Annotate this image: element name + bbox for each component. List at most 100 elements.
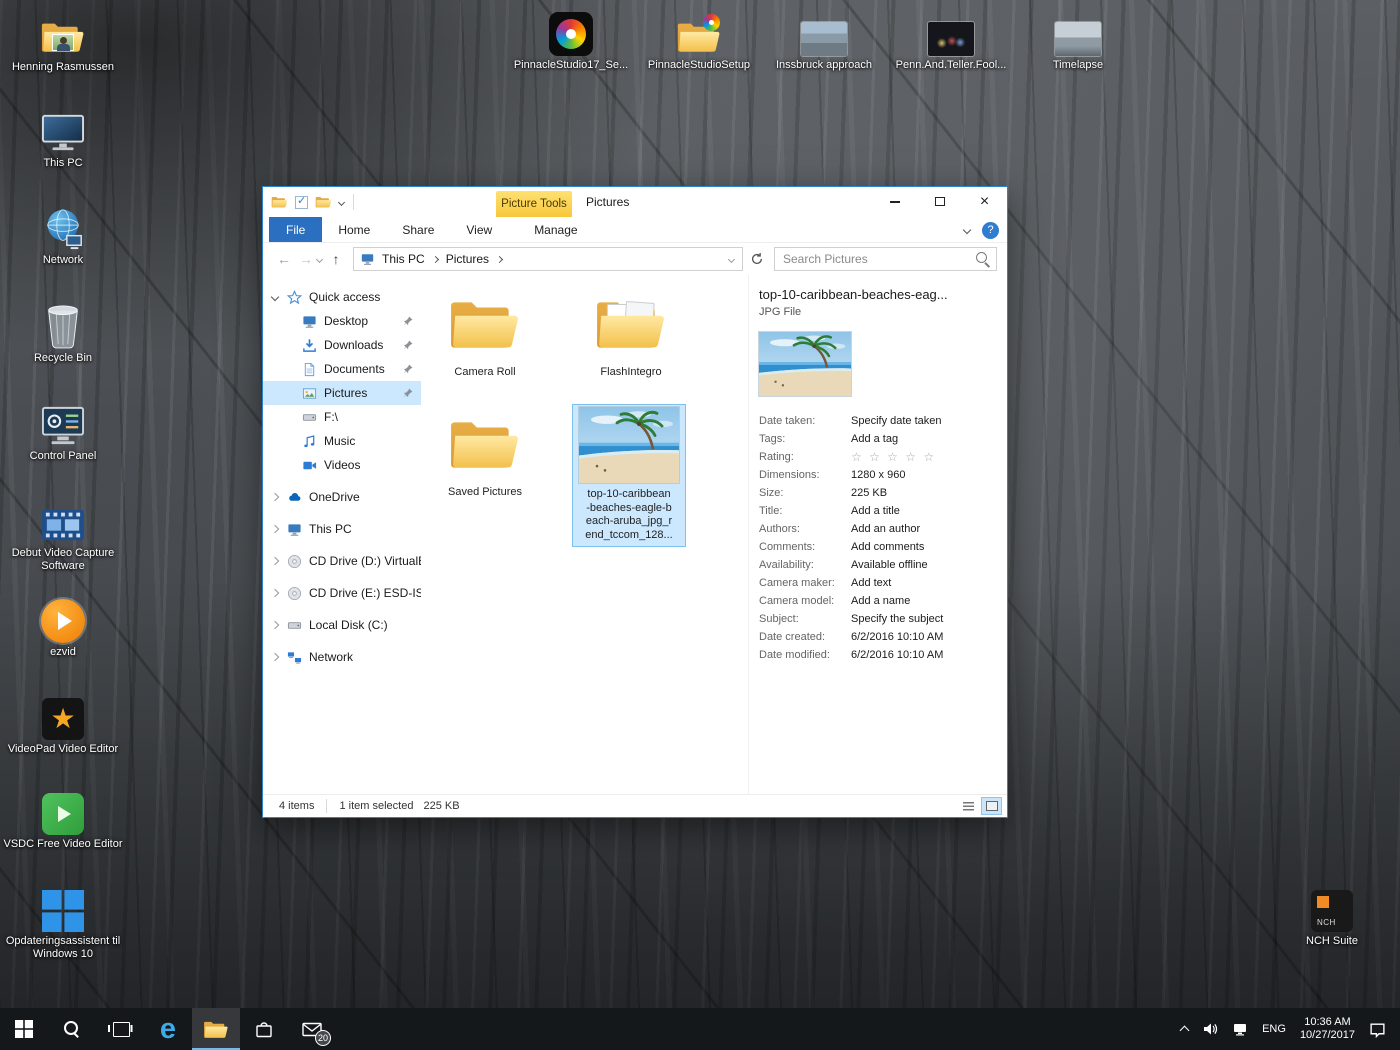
desktop-icon-inssbruck[interactable]: Inssbruck approach xyxy=(759,6,889,72)
up-button[interactable]: ↑ xyxy=(325,251,347,267)
this-pc-icon xyxy=(287,522,302,537)
sidebar-item-pictures[interactable]: Pictures xyxy=(263,381,421,405)
tab-home[interactable]: Home xyxy=(322,217,386,242)
title-bar[interactable]: Picture Tools Pictures × xyxy=(263,187,1007,217)
desktop-icon-nch-suite[interactable]: NCH Suite xyxy=(1272,882,1392,948)
sidebar-item-onedrive[interactable]: OneDrive xyxy=(263,485,421,509)
address-dropdown-chevron-icon[interactable] xyxy=(728,256,735,263)
desktop-icon-recycle-bin[interactable]: Recycle Bin xyxy=(1,299,125,365)
start-button[interactable] xyxy=(0,1008,48,1050)
desktop-icon-pinnacle-studio[interactable]: PinnacleStudio17_Se... xyxy=(506,6,636,72)
language-indicator[interactable]: ENG xyxy=(1262,1023,1286,1035)
sidebar-item-music[interactable]: Music xyxy=(263,429,421,453)
sidebar-item-desktop[interactable]: Desktop xyxy=(263,309,421,333)
expand-ribbon-chevron-icon[interactable] xyxy=(963,226,971,234)
search-box[interactable] xyxy=(774,247,997,271)
taskbar-search-button[interactable] xyxy=(48,1008,96,1050)
desktop-icon-vsdc[interactable]: VSDC Free Video Editor xyxy=(1,785,125,851)
availability-value: Available offline xyxy=(851,559,928,571)
refresh-icon[interactable] xyxy=(750,252,764,266)
thumbnails-view-button[interactable] xyxy=(981,797,1002,815)
date-taken-field[interactable]: Specify date taken xyxy=(851,415,942,427)
rating-stars[interactable]: ☆ ☆ ☆ ☆ ☆ xyxy=(851,450,936,464)
expand-chevron-icon[interactable] xyxy=(271,653,279,661)
folder-saved-pictures[interactable]: Saved Pictures xyxy=(429,407,541,499)
sidebar-item-f-drive[interactable]: F:\ xyxy=(263,405,421,429)
picture-tools-contextual-tab[interactable]: Picture Tools xyxy=(496,191,572,217)
show-hidden-icons-chevron-icon[interactable] xyxy=(1180,1026,1190,1036)
collapse-chevron-icon[interactable] xyxy=(271,293,279,301)
taskbar-mail-button[interactable]: 20 xyxy=(288,1008,336,1050)
taskbar-file-explorer-button[interactable] xyxy=(192,1008,240,1050)
tab-view[interactable]: View xyxy=(450,217,508,242)
expand-chevron-icon[interactable] xyxy=(271,621,279,629)
file-top-10-caribbean-image[interactable]: top-10-caribbean -beaches-eagle-b each-a… xyxy=(573,405,685,546)
expand-chevron-icon[interactable] xyxy=(271,493,279,501)
desktop-icon-network[interactable]: Network xyxy=(1,201,125,267)
details-view-icon xyxy=(963,802,974,811)
desktop-icon-timelapse[interactable]: Timelapse xyxy=(1013,6,1143,72)
expand-chevron-icon[interactable] xyxy=(271,557,279,565)
sidebar-item-downloads[interactable]: Downloads xyxy=(263,333,421,357)
sidebar-item-this-pc[interactable]: This PC xyxy=(263,517,421,541)
task-view-button[interactable] xyxy=(96,1008,144,1050)
help-button[interactable] xyxy=(982,222,999,239)
desktop-icon-penn-teller[interactable]: Penn.And.Teller.Fool... xyxy=(886,6,1016,72)
camera-maker-field[interactable]: Add text xyxy=(851,577,891,589)
sidebar-item-documents[interactable]: Documents xyxy=(263,357,421,381)
back-button[interactable]: ← xyxy=(273,251,295,267)
camera-model-field[interactable]: Add a name xyxy=(851,595,910,607)
minimize-button[interactable] xyxy=(872,187,917,216)
tab-share[interactable]: Share xyxy=(386,217,450,242)
folder-flashintegro[interactable]: FlashIntegro xyxy=(575,287,687,379)
tags-field[interactable]: Add a tag xyxy=(851,433,898,445)
sidebar-item-quick-access[interactable]: Quick access xyxy=(263,285,421,309)
close-button[interactable]: × xyxy=(962,187,1007,216)
desktop-icon-ezvid[interactable]: ezvid xyxy=(1,593,125,659)
desktop-icon-update-assistant[interactable]: Opdateringsassistent til Windows 10 xyxy=(1,882,125,961)
desktop-icon-pinnacle-setup[interactable]: PinnacleStudioSetup xyxy=(634,6,764,72)
properties-icon[interactable] xyxy=(295,196,308,209)
recent-locations-chevron-icon[interactable] xyxy=(316,255,323,262)
sidebar-item-cd-drive-d[interactable]: CD Drive (D:) VirtualB xyxy=(263,549,421,573)
clock-date: 10/27/2017 xyxy=(1300,1029,1355,1042)
customize-qat-chevron-icon[interactable] xyxy=(338,198,345,205)
address-bar[interactable]: This PC Pictures xyxy=(353,247,743,271)
desktop-icon-user-files[interactable]: Henning Rasmussen xyxy=(1,8,125,74)
details-pane: top-10-caribbean-beaches-eag... JPG File… xyxy=(749,275,1007,794)
details-view-button[interactable] xyxy=(958,797,979,815)
breadcrumb-pictures[interactable]: Pictures xyxy=(439,252,496,266)
volume-icon[interactable] xyxy=(1202,1022,1218,1036)
sidebar-item-local-disk-c[interactable]: Local Disk (C:) xyxy=(263,613,421,637)
search-input[interactable] xyxy=(775,252,974,266)
new-folder-icon[interactable] xyxy=(315,195,332,209)
authors-field[interactable]: Add an author xyxy=(851,523,920,535)
taskbar-edge-button[interactable] xyxy=(144,1008,192,1050)
desktop-icon-this-pc[interactable]: This PC xyxy=(1,104,125,170)
sidebar-item-network[interactable]: Network xyxy=(263,645,421,669)
desktop-icon-videopad[interactable]: VideoPad Video Editor xyxy=(1,690,125,756)
maximize-button[interactable] xyxy=(917,187,962,216)
desktop-icon-label: VideoPad Video Editor xyxy=(1,743,125,756)
taskbar-clock[interactable]: 10:36 AM 10/27/2017 xyxy=(1300,1016,1355,1042)
subject-field[interactable]: Specify the subject xyxy=(851,613,943,625)
desktop-icon-debut[interactable]: Debut Video Capture Software xyxy=(1,494,125,573)
folder-camera-roll[interactable]: Camera Roll xyxy=(429,287,541,379)
taskbar-store-button[interactable] xyxy=(240,1008,288,1050)
tab-file[interactable]: File xyxy=(269,217,322,242)
network-tray-icon[interactable] xyxy=(1232,1022,1248,1036)
action-center-icon[interactable] xyxy=(1369,1021,1386,1038)
tab-manage[interactable]: Manage xyxy=(518,217,593,242)
expand-chevron-icon[interactable] xyxy=(271,589,279,597)
breadcrumb-chevron-icon[interactable] xyxy=(432,255,439,262)
sidebar-item-videos[interactable]: Videos xyxy=(263,453,421,477)
breadcrumb-this-pc[interactable]: This PC xyxy=(375,252,432,266)
title-field[interactable]: Add a title xyxy=(851,505,900,517)
expand-chevron-icon[interactable] xyxy=(271,525,279,533)
file-name: top-10-caribbean -beaches-eagle-b each-a… xyxy=(573,488,685,542)
desktop-icon-control-panel[interactable]: Control Panel xyxy=(1,397,125,463)
forward-button[interactable]: → xyxy=(295,251,317,267)
breadcrumb-chevron-icon[interactable] xyxy=(496,255,503,262)
comments-field[interactable]: Add comments xyxy=(851,541,924,553)
sidebar-item-cd-drive-e[interactable]: CD Drive (E:) ESD-ISO xyxy=(263,581,421,605)
